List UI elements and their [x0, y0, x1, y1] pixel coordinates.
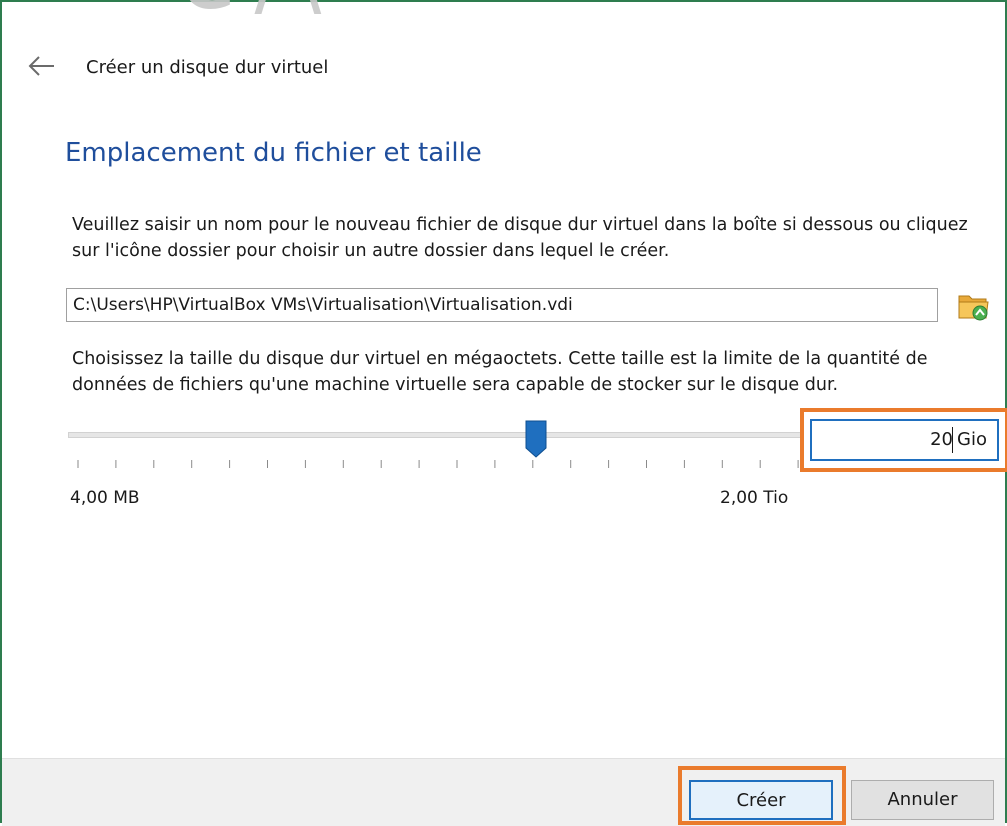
- size-unit: Gio: [957, 429, 987, 450]
- size-slider-thumb[interactable]: [525, 420, 547, 458]
- size-value: 20: [930, 429, 953, 450]
- file-instructions: Veuillez saisir un nom pour le nouveau f…: [72, 215, 968, 261]
- slider-ticks: [77, 460, 799, 468]
- create-button[interactable]: Créer: [689, 780, 833, 820]
- folder-open-icon[interactable]: [956, 288, 992, 324]
- slider-max-label: 2,00 Tio: [720, 488, 789, 508]
- size-instructions: Choisissez la taille du disque dur virtu…: [72, 349, 928, 395]
- dialog-window: G/\ Créer un disque dur virtuel Emplacem…: [0, 0, 1007, 826]
- cancel-button[interactable]: Annuler: [851, 780, 994, 820]
- file-path-input[interactable]: [66, 288, 938, 322]
- size-input[interactable]: 20 Gio: [810, 419, 999, 461]
- text-caret: [952, 427, 953, 453]
- page-title: Emplacement du fichier et taille: [65, 138, 482, 168]
- watermark-logo: G/\: [182, 0, 341, 24]
- slider-min-label: 4,00 MB: [70, 488, 140, 508]
- back-arrow-icon[interactable]: [26, 52, 58, 80]
- dialog-title: Créer un disque dur virtuel: [86, 57, 329, 78]
- size-slider-track[interactable]: [68, 432, 802, 438]
